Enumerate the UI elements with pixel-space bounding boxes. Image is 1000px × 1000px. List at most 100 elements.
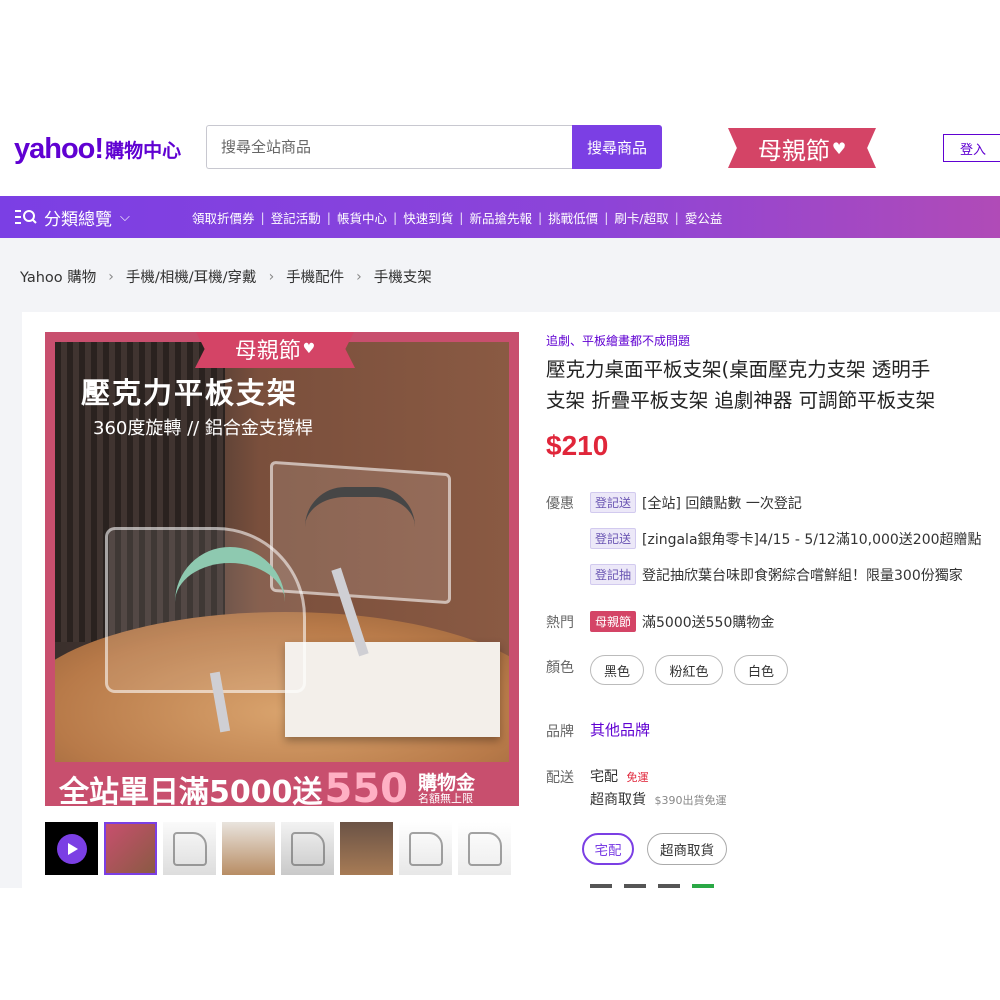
product-title-line: 壓克力桌面平板支架(桌面壓克力支架 透明手 [546, 358, 931, 381]
offer-item[interactable]: 登記抽 登記抽欣葉台味即食粥綜合嚐鮮組！限量300份獨家 [590, 564, 963, 585]
payment-icon [658, 884, 680, 888]
banner-suffix-main: 購物金 [418, 771, 476, 794]
color-option-white[interactable]: 白色 [734, 655, 788, 685]
logo-section: 購物中心 [105, 139, 182, 162]
shipping-option-home[interactable]: 宅配 [582, 833, 634, 865]
heart-icon: ♥ [831, 138, 847, 158]
search-input[interactable] [206, 125, 572, 169]
offer-text: [zingala銀角零卡]4/15 - 5/12滿10,000送200超贈點 [642, 531, 982, 548]
thumbnail-image[interactable] [340, 822, 393, 875]
offer-tag: 登記送 [590, 492, 637, 513]
product-title-line: 支架 折疊平板支架 追劇神器 可調節平板支架 [546, 389, 936, 412]
offer-text: 登記抽欣葉台味即食粥綜合嚐鮮組！限量300份獨家 [642, 567, 963, 584]
nav-divider: | [326, 209, 331, 225]
thumbnail-image[interactable] [163, 822, 216, 875]
category-label: 分類總覽 [44, 209, 112, 230]
nav-link-events[interactable]: 登記活動 [265, 208, 327, 227]
nav-link-coupons[interactable]: 領取折價券 [186, 208, 261, 227]
banner-text: 全站單日滿5000送 [59, 775, 323, 806]
white-box [285, 642, 500, 737]
product-promo-line: 追劇、平板繪畫都不成問題 [546, 334, 691, 348]
chevron-right-icon: › [356, 268, 362, 285]
thumbnail-image[interactable] [222, 822, 275, 875]
breadcrumb-category[interactable]: 手機/相機/耳機/穿戴 [126, 266, 257, 287]
nav-link-account[interactable]: 帳貨中心 [331, 208, 393, 227]
product-price: $210 [546, 430, 609, 461]
free-shipping-badge: 免運 [626, 771, 649, 784]
product-photo: 壓克力平板支架 360度旋轉 // 鋁合金支撐桿 [55, 342, 509, 762]
image-title: 壓克力平板支架 [81, 376, 299, 410]
nav-bar: 分類總覽 ⌵ 領取折價券 | 登記活動 | 帳貨中心 | 快速到貨 | 新品搶先報 | 挑… [0, 196, 1000, 238]
thumbnail-image[interactable] [458, 822, 511, 875]
brand-link[interactable]: 其他品牌 [590, 719, 650, 740]
shipping-home-label: 宅配 [590, 769, 618, 785]
offer-item[interactable]: 登記送 [zingala銀角零卡]4/15 - 5/12滿10,000送200超… [590, 528, 982, 549]
offer-tag: 登記抽 [590, 564, 637, 585]
shipping-store-label: 超商取貨 [590, 792, 646, 808]
shipping-option-store[interactable]: 超商取貨 [647, 833, 727, 865]
nav-divider: | [537, 209, 543, 225]
thumbnail-image[interactable] [281, 822, 334, 875]
offer-item[interactable]: 登記送 [全站] 回饋點數 一次登記 [590, 492, 802, 513]
brand-label: 品牌 [546, 724, 574, 740]
payment-icons-row [590, 884, 770, 888]
hot-text: 滿5000送550購物金 [642, 614, 775, 631]
nav-link-new-arrivals[interactable]: 新品搶先報 [463, 208, 538, 227]
play-icon [56, 833, 87, 864]
shipping-home: 宅配 免運 [590, 766, 648, 786]
chevron-down-icon: ⌵ [120, 209, 130, 225]
breadcrumb-home[interactable]: Yahoo 購物 [20, 266, 96, 287]
menu-search-icon [15, 210, 37, 224]
yahoo-shopping-logo[interactable]: yahoo! 購物中心 [14, 132, 181, 166]
breadcrumb-current[interactable]: 手機支架 [374, 266, 432, 287]
image-badge-label: 母親節 [234, 339, 301, 364]
breadcrumb: Yahoo 購物 › 手機/相機/耳機/穿戴 › 手機配件 › 手機支架 [20, 266, 432, 287]
product-title: 壓克力桌面平板支架(桌面壓克力支架 透明手 支架 折疊平板支架 追劇神器 可調節… [546, 354, 1000, 416]
product-main-image[interactable]: 壓克力平板支架 360度旋轉 // 鋁合金支撐桿 母親節 ♥ 全站單日滿5000… [45, 332, 519, 806]
nav-divider: | [674, 209, 679, 225]
heart-icon: ♥ [302, 341, 316, 357]
hot-label: 熱門 [546, 615, 574, 631]
hot-tag: 母親節 [590, 611, 637, 632]
nav-divider: | [459, 209, 464, 225]
shipping-store: 超商取貨 $390出貨免運 [590, 789, 726, 809]
thumbnail-image[interactable] [399, 822, 452, 875]
offers-label: 優惠 [546, 496, 574, 512]
thumbnail-image[interactable] [104, 822, 157, 875]
logo-brand: yahoo! [14, 132, 104, 165]
shipping-label: 配送 [546, 770, 574, 786]
nav-link-charity[interactable]: 愛公益 [679, 208, 729, 227]
banner-suffix-note: 名額無上限 [418, 792, 473, 806]
chevron-right-icon: › [108, 268, 114, 285]
nav-link-fast-delivery[interactable]: 快速到貨 [397, 208, 459, 227]
shipping-store-note: $390出貨免運 [654, 794, 727, 807]
image-promo-banner: 全站單日滿5000送 550 購物金 名額無上限 [59, 766, 475, 806]
nav-divider: | [392, 209, 398, 225]
nav-divider: | [604, 209, 609, 225]
image-subtitle: 360度旋轉 // 鋁合金支撐桿 [93, 418, 313, 439]
nav-links: 領取折價券 | 登記活動 | 帳貨中心 | 快速到貨 | 新品搶先報 | 挑戰低價 | 刷卡… [186, 208, 728, 227]
page: yahoo! 購物中心 搜尋商品 母親節 ♥ 登入 分類總覽 ⌵ 領取折價券| … [0, 0, 1000, 1000]
search-button[interactable]: 搜尋商品 [572, 125, 662, 169]
chevron-right-icon: › [268, 268, 275, 285]
color-option-pink[interactable]: 粉紅色 [655, 655, 723, 685]
login-button[interactable]: 登入 [943, 134, 1000, 162]
image-mothers-day-badge: 母親節 ♥ [195, 332, 355, 368]
offer-tag: 登記送 [590, 528, 637, 549]
nav-link-card-pickup[interactable]: 刷卡/超取 [608, 208, 674, 227]
banner-suffix: 購物金 名額無上限 [418, 771, 476, 806]
payment-icon [624, 884, 646, 888]
thumbnail-strip [45, 822, 511, 875]
color-option-black[interactable]: 黑色 [590, 655, 644, 685]
category-menu[interactable]: 分類總覽 ⌵ [0, 205, 186, 230]
color-label: 顏色 [546, 660, 574, 676]
offer-text: [全站] 回饋點數 一次登記 [642, 495, 802, 512]
nav-divider: | [260, 209, 265, 225]
hot-promo[interactable]: 母親節 滿5000送550購物金 [590, 611, 774, 632]
mothers-day-banner[interactable]: 母親節 ♥ [728, 128, 876, 168]
nav-link-low-price[interactable]: 挑戰低價 [542, 208, 604, 227]
payment-icon [590, 884, 612, 888]
thumbnail-video[interactable] [45, 822, 98, 875]
payment-icon [692, 884, 714, 888]
breadcrumb-subcategory[interactable]: 手機配件 [286, 266, 344, 287]
